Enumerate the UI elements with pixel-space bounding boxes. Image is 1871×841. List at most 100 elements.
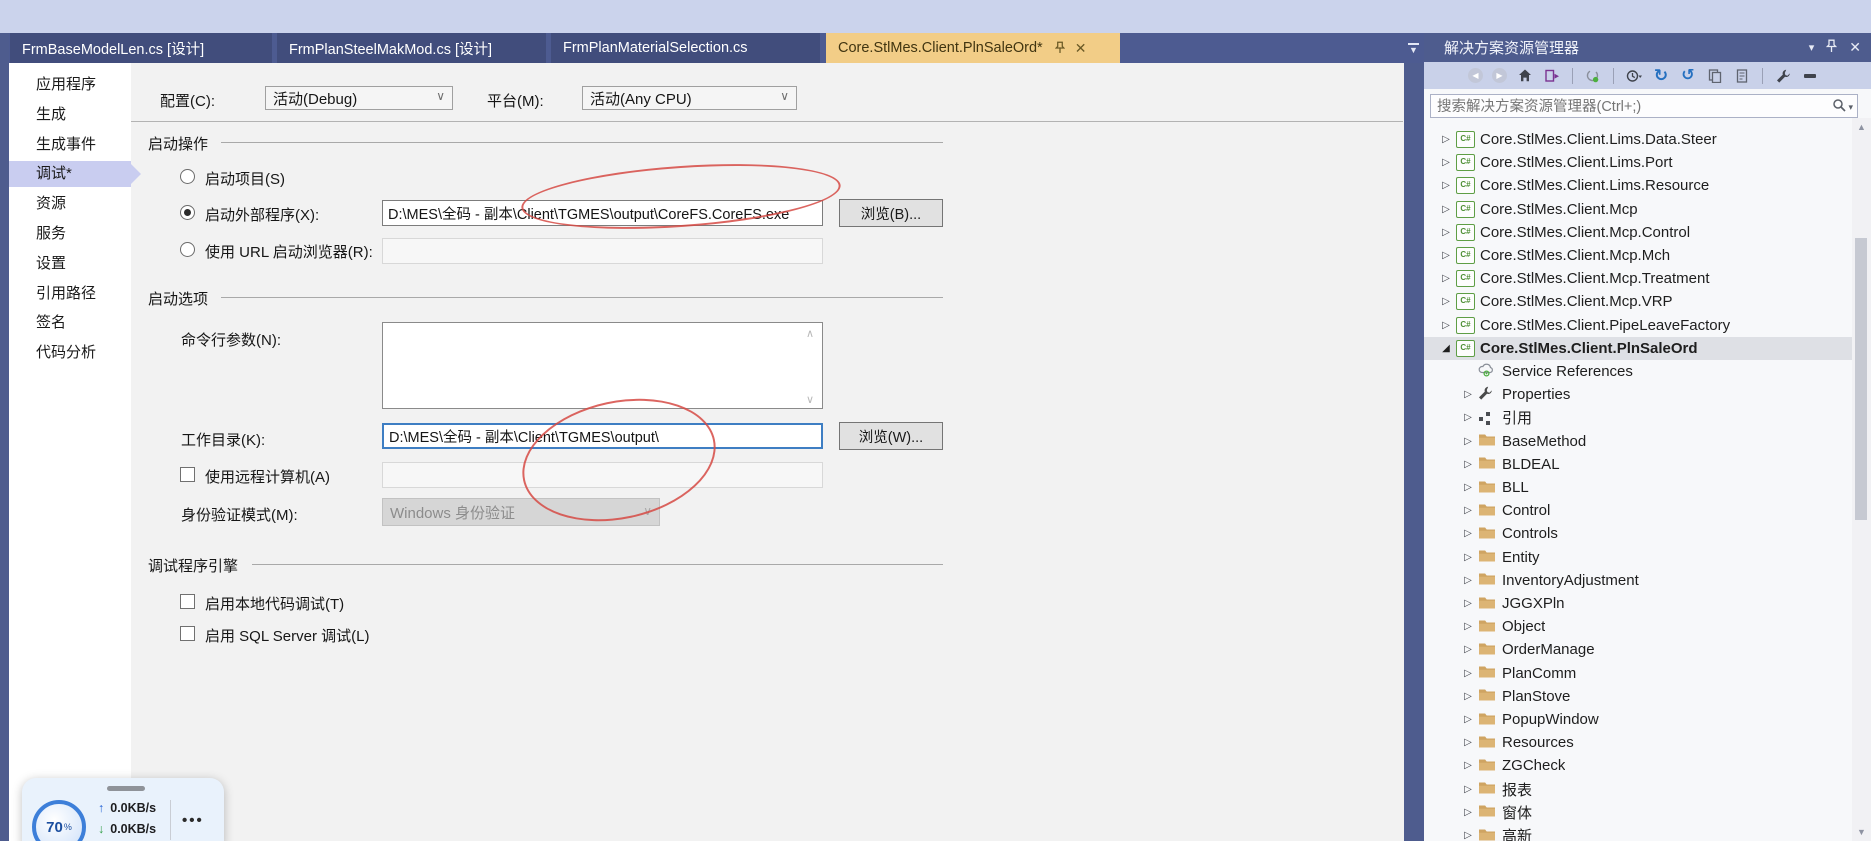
- more-options-button[interactable]: •••: [182, 812, 204, 829]
- tree-row[interactable]: ▷C#Core.StlMes.Client.Lims.Resource: [1424, 174, 1864, 197]
- pin-icon[interactable]: [1055, 41, 1065, 56]
- properties-nav-item[interactable]: 生成: [9, 102, 131, 128]
- remote-machine-input[interactable]: [382, 462, 823, 488]
- scrollbar-up-icon[interactable]: ▲: [1852, 122, 1871, 132]
- properties-nav-item[interactable]: 服务: [9, 221, 131, 247]
- tree-expander-icon[interactable]: ▷: [1458, 436, 1478, 447]
- close-icon[interactable]: ✕: [1075, 41, 1087, 55]
- pending-changes-icon[interactable]: [1625, 67, 1643, 85]
- tree-expander-icon[interactable]: ▷: [1436, 157, 1456, 168]
- tree-expander-icon[interactable]: ▷: [1436, 320, 1456, 331]
- tree-expander-icon[interactable]: ▷: [1436, 250, 1456, 261]
- properties-nav-item[interactable]: 应用程序: [9, 72, 131, 98]
- tree-row[interactable]: ▷Entity: [1424, 546, 1871, 569]
- sync-with-active-document-icon[interactable]: [1543, 67, 1561, 85]
- tree-row[interactable]: ▷BLL: [1424, 476, 1871, 499]
- tree-row[interactable]: ▷C#Core.StlMes.Client.Mcp.Treatment: [1424, 267, 1864, 290]
- tree-row[interactable]: ▷Object: [1424, 615, 1871, 638]
- drag-handle[interactable]: [107, 786, 145, 791]
- start-external-program-radio[interactable]: [180, 205, 195, 220]
- browse-b-button[interactable]: 浏览(B)...: [839, 199, 943, 227]
- tree-row[interactable]: ▷C#Core.StlMes.Client.Mcp: [1424, 198, 1864, 221]
- properties-nav-item[interactable]: 生成事件: [9, 132, 131, 158]
- tree-expander-icon[interactable]: ▷: [1458, 737, 1478, 748]
- config-combobox[interactable]: 活动(Debug) ∨: [265, 86, 453, 110]
- tree-row[interactable]: ▷BLDEAL: [1424, 453, 1871, 476]
- tree-row[interactable]: ▷PlanStove: [1424, 685, 1871, 708]
- tree-expander-icon[interactable]: ▷: [1458, 784, 1478, 795]
- tree-expander-icon[interactable]: ▷: [1458, 528, 1478, 539]
- tree-row[interactable]: ▷Control: [1424, 499, 1871, 522]
- properties-nav-item[interactable]: 引用路径: [9, 281, 131, 307]
- platform-combobox[interactable]: 活动(Any CPU) ∨: [582, 86, 797, 110]
- tree-expander-icon[interactable]: ▷: [1458, 668, 1478, 679]
- collapse-all-icon[interactable]: [1801, 67, 1819, 85]
- working-directory-input[interactable]: [382, 423, 823, 449]
- tree-row[interactable]: ▷窗体: [1424, 801, 1871, 824]
- browse-w-button[interactable]: 浏览(W)...: [839, 422, 943, 450]
- tree-row[interactable]: ▷高新: [1424, 824, 1871, 841]
- tree-row[interactable]: ▷InventoryAdjustment: [1424, 569, 1871, 592]
- tree-row[interactable]: ▷C#Core.StlMes.Client.PipeLeaveFactory: [1424, 314, 1864, 337]
- tree-expander-icon[interactable]: ▷: [1458, 621, 1478, 632]
- tree-row[interactable]: ▷ZGCheck: [1424, 754, 1871, 777]
- tree-row[interactable]: ▷JGGXPln: [1424, 592, 1871, 615]
- tree-expander-icon[interactable]: ▷: [1436, 273, 1456, 284]
- scroll-up-icon[interactable]: ∧: [806, 329, 814, 340]
- copy-document-icon[interactable]: [1706, 67, 1724, 85]
- enable-sql-debug-checkbox[interactable]: [180, 626, 195, 641]
- properties-nav-item[interactable]: 资源: [9, 191, 131, 217]
- refresh-pending-icon[interactable]: [1584, 67, 1602, 85]
- tree-expander-icon[interactable]: ▷: [1458, 807, 1478, 818]
- tree-expander-icon[interactable]: ▷: [1436, 296, 1456, 307]
- tree-expander-icon[interactable]: ▷: [1458, 644, 1478, 655]
- document-tab[interactable]: FrmPlanMaterialSelection.cs: [551, 33, 820, 63]
- close-icon[interactable]: ✕: [1849, 39, 1861, 56]
- command-line-args-textarea[interactable]: [382, 322, 823, 409]
- start-url-radio[interactable]: [180, 242, 195, 257]
- use-remote-machine-checkbox[interactable]: [180, 467, 195, 482]
- start-url-input[interactable]: [382, 238, 823, 264]
- search-input[interactable]: [1435, 96, 1819, 118]
- enable-native-debug-checkbox[interactable]: [180, 594, 195, 609]
- tree-scrollbar[interactable]: ▲ ▼: [1852, 118, 1871, 841]
- tree-row[interactable]: ▷C#Core.StlMes.Client.Mcp.Control: [1424, 221, 1864, 244]
- window-position-chevron-icon[interactable]: ▾: [1809, 41, 1815, 54]
- tree-row[interactable]: ▷C#Core.StlMes.Client.Mcp.VRP: [1424, 290, 1864, 313]
- tree-expander-icon[interactable]: ▷: [1458, 830, 1478, 841]
- document-tab[interactable]: FrmBaseModelLen.cs [设计]: [10, 33, 272, 63]
- wrench-icon[interactable]: [1774, 67, 1792, 85]
- search-options-chevron-icon[interactable]: ▾: [1848, 102, 1853, 113]
- tree-row[interactable]: Service References: [1424, 360, 1871, 383]
- properties-nav-item[interactable]: 签名: [9, 310, 131, 336]
- properties-nav-item[interactable]: 代码分析: [9, 340, 131, 366]
- tree-expander-icon[interactable]: ▷: [1458, 552, 1478, 563]
- document-list-dropdown-icon[interactable]: ▼: [1408, 43, 1419, 54]
- tree-row[interactable]: ▷Controls: [1424, 522, 1871, 545]
- tree-row[interactable]: ◢C#Core.StlMes.Client.PlnSaleOrd: [1424, 337, 1864, 360]
- tree-row[interactable]: ▷Resources: [1424, 731, 1871, 754]
- home-icon[interactable]: [1516, 67, 1534, 85]
- tree-expander-icon[interactable]: ◢: [1436, 343, 1456, 354]
- tree-expander-icon[interactable]: ▷: [1458, 482, 1478, 493]
- tree-expander-icon[interactable]: ▷: [1458, 575, 1478, 586]
- tree-row[interactable]: ▷报表: [1424, 778, 1871, 801]
- start-project-radio[interactable]: [180, 169, 195, 184]
- tree-expander-icon[interactable]: ▷: [1436, 134, 1456, 145]
- properties-nav-item[interactable]: 调试*: [9, 161, 131, 187]
- floating-monitor-widget[interactable]: 70% ↑0.0KB/s ↓0.0KB/s •••: [22, 778, 224, 841]
- tree-expander-icon[interactable]: ▷: [1436, 227, 1456, 238]
- external-program-path-input[interactable]: [382, 200, 823, 226]
- scrollbar-thumb[interactable]: [1855, 238, 1867, 520]
- tree-expander-icon[interactable]: ▷: [1436, 204, 1456, 215]
- tree-row[interactable]: ▷PlanComm: [1424, 662, 1871, 685]
- tree-expander-icon[interactable]: ▷: [1458, 459, 1478, 470]
- tree-expander-icon[interactable]: ▷: [1436, 180, 1456, 191]
- tree-row[interactable]: ▷C#Core.StlMes.Client.Lims.Port: [1424, 151, 1864, 174]
- tree-expander-icon[interactable]: ▷: [1458, 691, 1478, 702]
- tree-expander-icon[interactable]: ▷: [1458, 389, 1478, 400]
- tree-expander-icon[interactable]: ▷: [1458, 505, 1478, 516]
- scrollbar-down-icon[interactable]: ▼: [1852, 827, 1871, 837]
- tree-row[interactable]: ▷Properties: [1424, 383, 1871, 406]
- tree-expander-icon[interactable]: ▷: [1458, 412, 1478, 423]
